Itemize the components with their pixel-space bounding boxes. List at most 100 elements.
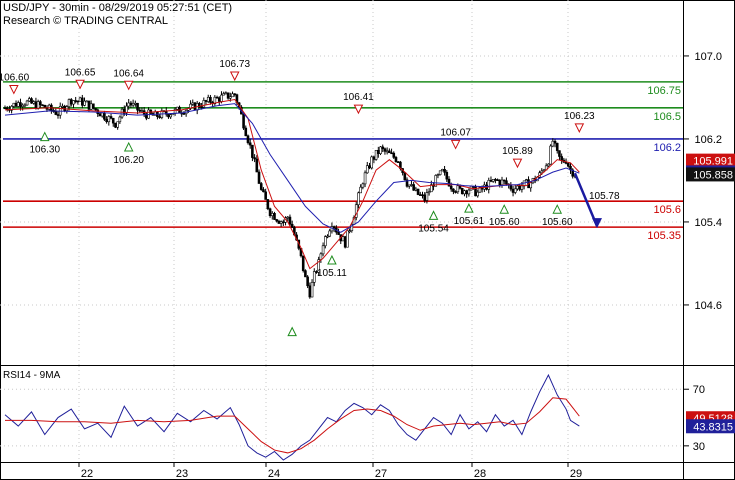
candle-body (491, 179, 495, 182)
candle-body (220, 94, 223, 102)
date-tick-label: 29 (570, 468, 582, 480)
swing-high-label: 106.23 (564, 111, 595, 122)
candle-body (388, 150, 391, 154)
level-label: 105.6 (653, 204, 681, 216)
candle-body (379, 146, 382, 154)
candle-body (12, 102, 16, 107)
rsi-grid (0, 366, 683, 462)
swing-high-marker (9, 84, 19, 95)
candle-body (111, 117, 115, 124)
candle-body (474, 186, 477, 197)
candle-body (418, 194, 422, 196)
candle-body (114, 122, 117, 128)
candle-body (69, 99, 73, 105)
candle-body (134, 102, 137, 105)
candle-body (30, 98, 33, 104)
candle-body (39, 101, 42, 106)
candle-body (153, 111, 157, 116)
swing-low-marker (499, 204, 510, 214)
candle-body (262, 189, 265, 193)
swing-low-label: 106.20 (113, 155, 144, 166)
candle-body (365, 165, 369, 174)
candle-body (279, 221, 283, 224)
candle-body (438, 170, 442, 175)
date-tick-label: 24 (268, 468, 280, 480)
candle-body (169, 114, 172, 118)
candle-body (551, 140, 555, 147)
candle-body (105, 118, 108, 123)
level-label: 106.2 (653, 142, 681, 154)
candle-body (120, 108, 124, 118)
rsi-tick-label: 30 (693, 441, 705, 453)
date-tick-label: 23 (176, 468, 188, 480)
candle-body (25, 100, 29, 106)
candle-body (193, 102, 197, 111)
price-tick-label: 105.4 (694, 217, 722, 229)
candle-body (487, 180, 491, 190)
candle-body (140, 110, 144, 112)
main-grid (0, 0, 683, 365)
swing-high-marker (123, 80, 134, 91)
candle-body (23, 104, 27, 107)
chart-source: Research © TRADING CENTRAL (3, 15, 168, 27)
candle-body (217, 97, 221, 102)
annotation-label: 105.78 (589, 191, 620, 202)
candlestick-series (3, 91, 602, 299)
swing-high-marker (353, 104, 364, 115)
candle-body (264, 191, 267, 200)
candle-body (463, 190, 466, 195)
price-axis: 104.6 105.4 106.2 107.0 (683, 51, 722, 312)
candle-body (206, 96, 210, 102)
candle-body (67, 99, 71, 107)
candle-body (286, 216, 290, 219)
candle-body (87, 100, 91, 110)
swing-high-marker (512, 158, 523, 169)
candle-body (511, 188, 515, 193)
candle-body (109, 116, 113, 119)
candle-body (175, 106, 179, 110)
candle-body (425, 192, 429, 201)
swing-high-marker (229, 71, 240, 82)
candle-body (288, 216, 292, 225)
candle-body (348, 230, 351, 233)
candle-body (383, 148, 387, 152)
candle-body (204, 100, 208, 102)
candle-body (41, 104, 44, 107)
candle-body (414, 188, 418, 191)
level-label: 106.5 (653, 111, 681, 123)
candle-body (410, 184, 413, 186)
candle-body (445, 171, 449, 180)
candle-body (233, 93, 237, 96)
candle-body (224, 92, 228, 95)
candle-body (304, 270, 307, 278)
candle-body (34, 101, 38, 109)
candle-body (443, 169, 446, 173)
candle-body (268, 208, 272, 217)
candle-body (229, 96, 232, 99)
level-label: 105.35 (647, 230, 681, 242)
price-tick-label: 106.2 (694, 134, 722, 146)
candle-body (385, 150, 389, 153)
rsi-tick-label: 70 (693, 384, 705, 396)
candle-body (407, 184, 411, 187)
moving-average-lines (4, 98, 580, 270)
candle-body (403, 172, 407, 181)
candle-body (222, 93, 225, 96)
swing-high-label: 106.07 (440, 127, 471, 138)
swing-high-label: 106.41 (343, 92, 374, 103)
candle-body (259, 183, 263, 190)
swing-low-marker (428, 210, 439, 220)
candle-body (392, 152, 396, 158)
candle-body (370, 156, 373, 169)
swing-low-label: 105.60 (489, 217, 520, 228)
candle-body (5, 107, 9, 110)
candle-body (248, 142, 252, 146)
swing-high-label: 105.89 (502, 146, 533, 157)
candle-body (273, 213, 276, 220)
swing-low-marker (123, 141, 134, 152)
candle-body (244, 127, 248, 137)
candle-body (226, 92, 230, 99)
candle-body (476, 191, 480, 197)
candle-body (427, 191, 431, 194)
rsi-title: RSI14 - 9MA (3, 370, 61, 381)
